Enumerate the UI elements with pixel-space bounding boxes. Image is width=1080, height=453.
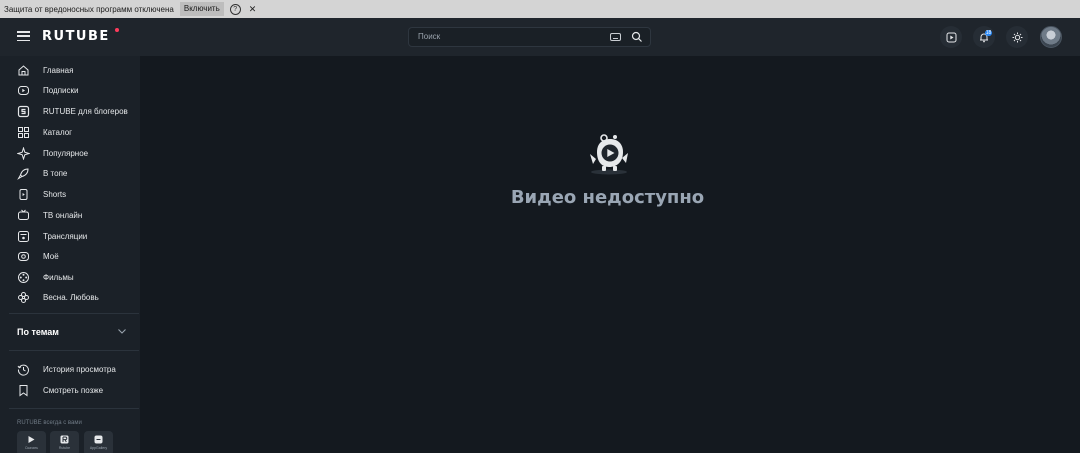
main-content: Видео недоступно [140, 56, 1080, 453]
sidebar-item-label: Фильмы [43, 272, 74, 282]
rutube-app-icon [60, 435, 69, 444]
google-play-badge[interactable]: Скачать [17, 431, 46, 453]
sidebar-item-label: Каталог [43, 127, 73, 137]
search-icon[interactable] [631, 31, 643, 43]
sidebar-item-label: Моё [43, 251, 59, 261]
sidebar-item-films[interactable]: Фильмы [0, 267, 140, 287]
sidebar-divider [9, 408, 139, 409]
search-input[interactable]: Поиск [408, 27, 651, 47]
sidebar-item-label: Подписки [43, 85, 79, 95]
notice-text: Защита от вредоносных программ отключена [4, 4, 174, 14]
rocket-icon [17, 167, 29, 180]
top-header: RUTUBE Поиск 18 [0, 18, 1080, 56]
sidebar-item-label: Популярное [43, 148, 89, 158]
appgallery-badge[interactable]: AppGallery [84, 431, 113, 453]
menu-icon[interactable] [17, 31, 30, 41]
search-placeholder: Поиск [418, 32, 441, 41]
sidebar-item-live[interactable]: Трансляции [0, 226, 140, 246]
apps-footer-text: RUTUBE всегда с вами [17, 420, 82, 426]
sidebar: Главная Подписки RUTUBE для блогеров Кат… [0, 56, 140, 453]
sidebar-item-catalog[interactable]: Каталог [0, 122, 140, 142]
popular-icon [17, 146, 30, 160]
sidebar-item-bloggers[interactable]: RUTUBE для блогеров [0, 101, 140, 121]
upload-icon [946, 32, 956, 42]
sidebar-item-label: Трансляции [43, 231, 88, 241]
sidebar-item-watch-later[interactable]: Смотреть позже [0, 380, 140, 400]
bookmark-icon [19, 384, 28, 396]
sidebar-divider [9, 313, 139, 314]
video-unavailable-robot-icon [590, 134, 628, 175]
security-notice-bar: Защита от вредоносных программ отключена… [0, 0, 1080, 18]
sidebar-item-shorts[interactable]: Shorts [0, 184, 140, 204]
sidebar-item-history[interactable]: История просмотра [0, 359, 140, 379]
video-unavailable-message: Видео недоступно [510, 187, 705, 208]
topics-section-title[interactable]: По темам [17, 327, 59, 337]
my-icon [18, 251, 29, 261]
live-icon [18, 230, 29, 242]
rutube-logo[interactable]: RUTUBE [42, 29, 110, 44]
films-icon [18, 271, 29, 283]
app-badge-label: Rutube [58, 446, 71, 450]
sidebar-item-label: Главная [43, 65, 74, 75]
shorts-icon [19, 188, 28, 200]
theme-toggle-button[interactable] [1006, 26, 1028, 48]
chevron-down-icon[interactable] [117, 326, 127, 336]
upload-button[interactable] [940, 26, 962, 48]
sidebar-item-label: История просмотра [43, 364, 116, 374]
history-icon [17, 364, 29, 376]
notification-count-badge: 18 [985, 30, 992, 36]
sidebar-item-spring[interactable]: Весна. Любовь [0, 287, 140, 307]
google-play-icon [28, 436, 35, 443]
sidebar-item-label: Shorts [43, 189, 67, 199]
sidebar-item-label: RUTUBE для блогеров [43, 106, 128, 116]
appgallery-icon [94, 435, 103, 444]
tv-icon [18, 209, 29, 220]
sidebar-item-subscriptions[interactable]: Подписки [0, 80, 140, 100]
sidebar-item-my[interactable]: Моё [0, 246, 140, 266]
catalog-icon [18, 126, 29, 138]
theme-toggle-icon [1012, 32, 1022, 42]
flower-icon [18, 291, 29, 303]
home-icon [18, 64, 29, 75]
app-badge-label: AppGallery [89, 446, 108, 450]
sidebar-item-label: Весна. Любовь [43, 292, 99, 302]
rutube-app-badge[interactable]: Rutube [50, 431, 79, 453]
sidebar-item-tv[interactable]: ТВ онлайн [0, 205, 140, 225]
app-badge-label: Скачать [24, 446, 39, 450]
sidebar-divider [9, 350, 139, 351]
logo-accent-dot [115, 28, 119, 32]
close-icon[interactable]: ✕ [249, 4, 257, 15]
help-icon[interactable]: ? [229, 3, 241, 15]
sidebar-item-label: ТВ онлайн [43, 210, 83, 220]
enable-protection-button[interactable]: Включить [179, 2, 224, 16]
sidebar-item-top[interactable]: В топе [0, 163, 140, 183]
sidebar-item-home[interactable]: Главная [0, 60, 140, 80]
keyboard-icon[interactable] [610, 33, 621, 41]
user-avatar[interactable] [1040, 26, 1062, 48]
sidebar-item-label: Смотреть позже [43, 385, 104, 395]
sidebar-item-popular[interactable]: Популярное [0, 143, 140, 163]
studio-icon [17, 105, 30, 117]
subscriptions-icon [18, 85, 29, 95]
notifications-button[interactable]: 18 [973, 26, 995, 48]
sidebar-item-label: В топе [43, 168, 68, 178]
